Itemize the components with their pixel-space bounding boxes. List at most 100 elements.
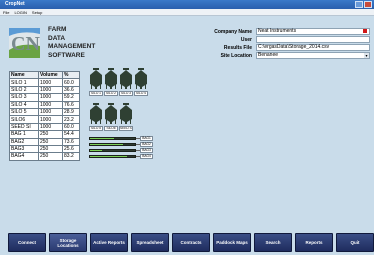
cell-volume: 1000 bbox=[38, 115, 63, 124]
cell-percent: 59.2 bbox=[62, 93, 80, 102]
menu-setup[interactable]: Setup bbox=[32, 10, 42, 15]
table-row[interactable]: SILO 2 1000 36.6 bbox=[9, 85, 80, 95]
bag-label: BAG3 bbox=[140, 148, 153, 153]
logo-letters: CN bbox=[11, 33, 40, 55]
paddock-maps-button[interactable]: Paddock Maps bbox=[213, 233, 251, 252]
cell-percent: 23.2 bbox=[62, 115, 80, 124]
bag-level-bar bbox=[89, 143, 136, 146]
results-file-field[interactable]: C:\ergasData\Storage_2014.csv bbox=[256, 44, 370, 51]
minimize-icon[interactable] bbox=[355, 1, 363, 8]
silo-icon[interactable] bbox=[89, 103, 103, 124]
cell-volume: 1000 bbox=[38, 85, 63, 95]
bag-level-fill bbox=[90, 156, 128, 157]
company-name-field[interactable]: Neat Instruments bbox=[256, 28, 370, 35]
silo-row-2-labels: SILO 5 SILO6 SEED SI bbox=[89, 126, 133, 131]
table-row[interactable]: BAG3 250 25.6 bbox=[9, 144, 80, 154]
silo-row-1-labels: SILO 1 SILO 2 SILO 3 SILO 4 bbox=[89, 91, 148, 96]
table-row[interactable]: SILO6 1000 23.2 bbox=[9, 115, 80, 124]
cell-percent: 76.6 bbox=[62, 100, 80, 109]
cell-name: SILO 1 bbox=[9, 78, 39, 87]
silo-icon[interactable] bbox=[119, 68, 133, 89]
silo-row-2 bbox=[89, 103, 133, 124]
user-label: User bbox=[240, 37, 252, 43]
cell-percent: 73.6 bbox=[62, 137, 80, 146]
close-icon[interactable] bbox=[364, 1, 372, 8]
site-label: Site Location bbox=[220, 53, 252, 59]
window-title: CropNet bbox=[5, 1, 25, 7]
silo-label: SILO 1 bbox=[89, 91, 103, 96]
table-row[interactable]: SILO 1 1000 60.0 bbox=[9, 78, 80, 87]
cell-volume: 1000 bbox=[38, 93, 63, 102]
silo-icon[interactable] bbox=[104, 68, 118, 89]
reports-button[interactable]: Reports bbox=[295, 233, 333, 252]
bag-level-fill bbox=[90, 144, 124, 145]
silo-label: SILO 4 bbox=[134, 91, 148, 96]
cell-name: BAG2 bbox=[9, 137, 39, 146]
cell-percent: 83.2 bbox=[62, 152, 80, 161]
table-row[interactable]: BAG 1 250 54.4 bbox=[9, 130, 80, 139]
table-row[interactable]: SILO 5 1000 28.9 bbox=[9, 107, 80, 117]
bag-level-fill bbox=[90, 150, 102, 151]
results-label: Results File bbox=[223, 45, 252, 51]
menu-login[interactable]: LOGIN bbox=[14, 10, 26, 15]
nav-bar: Connect Storage Locations Active Reports Sp… bbox=[0, 230, 374, 255]
cn-logo-icon: CN bbox=[9, 28, 40, 58]
silo-label: SILO 2 bbox=[104, 91, 118, 96]
cell-name: SILO6 bbox=[9, 115, 39, 124]
table-row[interactable]: SEED SI 1000 60.0 bbox=[9, 122, 80, 132]
cell-percent: 36.6 bbox=[62, 85, 80, 95]
cell-name: BAG3 bbox=[9, 144, 39, 154]
spreadsheet-button[interactable]: Spreadsheet bbox=[131, 233, 169, 252]
silo-icon[interactable] bbox=[134, 68, 148, 89]
contracts-button[interactable]: Contracts bbox=[172, 233, 210, 252]
cell-volume: 1000 bbox=[38, 107, 63, 117]
table-row[interactable]: SILO 4 1000 76.6 bbox=[9, 100, 80, 109]
col-name-header[interactable]: Name bbox=[9, 70, 39, 80]
cell-percent: 25.6 bbox=[62, 144, 80, 154]
cell-percent: 28.9 bbox=[62, 107, 80, 117]
quit-button[interactable]: Quit bbox=[336, 233, 374, 252]
silo-icon[interactable] bbox=[89, 68, 103, 89]
cell-volume: 1000 bbox=[38, 100, 63, 109]
site-location-select[interactable]: Benanee ▾ bbox=[256, 52, 370, 59]
silo-icon[interactable] bbox=[119, 103, 133, 124]
app-name-line-4: SOFTWARE bbox=[48, 51, 85, 59]
table-header-row: Name Volume % bbox=[9, 70, 80, 80]
silo-label: SILO 3 bbox=[119, 91, 133, 96]
cell-volume: 250 bbox=[38, 137, 63, 146]
cell-volume: 250 bbox=[38, 144, 63, 154]
connect-button[interactable]: Connect bbox=[8, 233, 46, 252]
table-row[interactable]: BAG4 250 83.2 bbox=[9, 152, 80, 161]
cell-percent: 54.4 bbox=[62, 130, 80, 139]
cell-name: SILO 2 bbox=[9, 85, 39, 95]
storage-table: Name Volume % SILO 1 1000 60.0 SILO 2 1000 36… bbox=[9, 70, 80, 161]
bag-label: BAG4 bbox=[140, 154, 153, 159]
cell-name: SILO 3 bbox=[9, 93, 39, 102]
table-row[interactable]: BAG2 250 73.6 bbox=[9, 137, 80, 146]
storage-locations-button[interactable]: Storage Locations bbox=[49, 233, 87, 252]
bag-level-bar bbox=[89, 155, 136, 158]
cell-name: BAG 1 bbox=[9, 130, 39, 139]
silo-label: SILO6 bbox=[104, 126, 118, 131]
cell-volume: 1000 bbox=[38, 122, 63, 132]
cell-name: BAG4 bbox=[9, 152, 39, 161]
user-field[interactable] bbox=[256, 36, 370, 43]
silo-label: SILO 5 bbox=[89, 126, 103, 131]
active-reports-button[interactable]: Active Reports bbox=[90, 233, 128, 252]
chevron-down-icon[interactable]: ▾ bbox=[364, 53, 369, 58]
col-percent-header[interactable]: % bbox=[62, 70, 80, 80]
status-indicator-icon bbox=[363, 29, 367, 33]
col-volume-header[interactable]: Volume bbox=[38, 70, 63, 80]
bag-label: BAG1 bbox=[140, 136, 153, 141]
silo-icon[interactable] bbox=[104, 103, 118, 124]
search-button[interactable]: Search bbox=[254, 233, 292, 252]
cell-name: SEED SI bbox=[9, 122, 39, 132]
company-label: Company Name bbox=[214, 29, 252, 35]
menu-file[interactable]: File bbox=[3, 10, 9, 15]
bag-label: BAG2 bbox=[140, 142, 153, 147]
app-name: FARM DATA MANAGEMENT SOFTWARE bbox=[48, 26, 95, 60]
bag-level-bar bbox=[89, 149, 136, 152]
silo-row-1 bbox=[89, 68, 148, 89]
window-controls bbox=[355, 1, 372, 8]
table-row[interactable]: SILO 3 1000 59.2 bbox=[9, 93, 80, 102]
